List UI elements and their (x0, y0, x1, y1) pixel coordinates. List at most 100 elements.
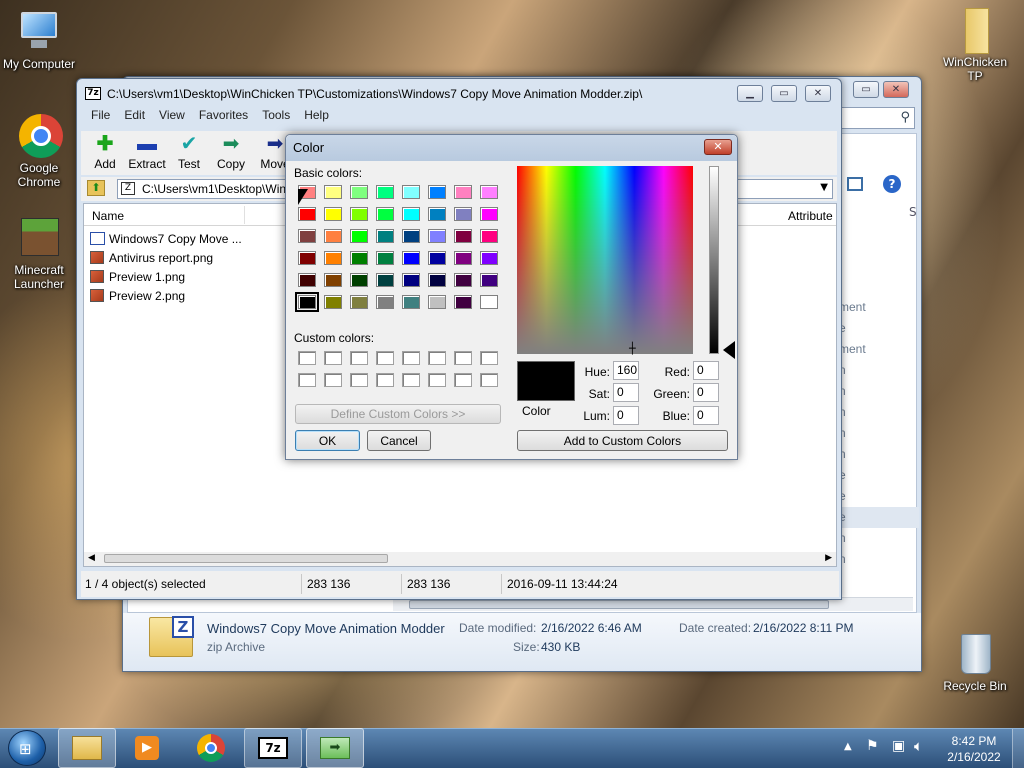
basic-color-swatch[interactable] (376, 185, 394, 199)
column-name[interactable]: Name (92, 209, 124, 223)
custom-color-swatch[interactable] (376, 351, 394, 365)
basic-color-swatch[interactable] (350, 273, 368, 287)
help-icon[interactable]: ? (883, 175, 901, 193)
luminance-slider[interactable] (709, 166, 719, 354)
list-item[interactable]: Preview 1.png (90, 268, 240, 286)
custom-color-swatch[interactable] (298, 351, 316, 365)
desktop-icon-recycle-bin[interactable]: Recycle Bin (930, 632, 1020, 693)
custom-color-swatch[interactable] (324, 373, 342, 387)
basic-color-swatch[interactable] (324, 185, 342, 199)
green-field[interactable]: 0 (693, 383, 719, 402)
basic-color-swatch[interactable] (298, 207, 316, 221)
close-button[interactable]: ✕ (883, 81, 909, 98)
custom-color-swatch[interactable] (454, 373, 472, 387)
menu-edit[interactable]: Edit (124, 108, 145, 122)
desktop-icon-minecraft[interactable]: Minecraft Launcher (0, 216, 84, 291)
basic-color-swatch[interactable] (350, 251, 368, 265)
basic-color-swatch[interactable] (324, 273, 342, 287)
basic-color-swatch[interactable] (376, 207, 394, 221)
basic-color-swatch[interactable] (454, 185, 472, 199)
custom-color-swatch[interactable] (402, 351, 420, 365)
basic-color-swatch[interactable] (428, 273, 446, 287)
basic-color-swatch[interactable] (454, 273, 472, 287)
custom-color-swatch[interactable] (402, 373, 420, 387)
color-spectrum[interactable]: ┼ (517, 166, 693, 354)
taskbar-explorer[interactable] (58, 728, 116, 768)
basic-color-swatch[interactable] (402, 229, 420, 243)
menu-help[interactable]: Help (304, 108, 329, 122)
basic-color-swatch[interactable] (480, 273, 498, 287)
show-hidden-icons[interactable]: ▲ (844, 741, 852, 752)
horizontal-scrollbar[interactable]: ◀ ▶ (84, 552, 836, 566)
basic-color-swatch[interactable] (298, 273, 316, 287)
test-button[interactable]: ✔ Test (167, 131, 211, 171)
extract-button[interactable]: ▬ Extract (125, 131, 169, 171)
custom-color-swatch[interactable] (480, 351, 498, 365)
basic-color-swatch[interactable] (298, 251, 316, 265)
basic-color-swatch[interactable] (350, 229, 368, 243)
basic-color-swatch[interactable] (428, 229, 446, 243)
add-button[interactable]: ✚ Add (83, 131, 127, 171)
basic-color-swatch[interactable] (454, 207, 472, 221)
chevron-down-icon[interactable]: ▼ (820, 182, 828, 193)
show-desktop-button[interactable] (1012, 729, 1024, 768)
ok-button[interactable]: OK (295, 430, 360, 451)
basic-color-swatch[interactable] (402, 251, 420, 265)
custom-color-swatch[interactable] (324, 351, 342, 365)
basic-color-swatch[interactable] (324, 229, 342, 243)
taskbar-chrome[interactable] (182, 728, 240, 768)
basic-color-swatch[interactable] (350, 185, 368, 199)
desktop-icon-chrome[interactable]: Google Chrome (0, 114, 84, 189)
basic-color-swatch[interactable] (376, 273, 394, 287)
basic-color-swatch[interactable] (295, 292, 319, 312)
list-item[interactable]: Preview 2.png (90, 287, 240, 305)
basic-color-swatch[interactable] (402, 185, 420, 199)
start-button[interactable]: ⊞ (8, 730, 46, 766)
basic-color-swatch[interactable] (324, 295, 342, 309)
lum-field[interactable]: 0 (613, 406, 639, 425)
basic-color-swatch[interactable] (480, 229, 498, 243)
action-center-icon[interactable]: ⚑ (866, 738, 879, 754)
basic-color-swatch[interactable] (454, 251, 472, 265)
desktop-icon-winchicken[interactable]: WinChicken TP (930, 8, 1020, 83)
cancel-button[interactable]: Cancel (367, 430, 431, 451)
close-button[interactable]: ✕ (805, 85, 831, 102)
menu-file[interactable]: File (91, 108, 110, 122)
basic-color-swatch[interactable] (480, 295, 498, 309)
basic-color-swatch[interactable] (376, 229, 394, 243)
basic-color-swatch[interactable] (350, 207, 368, 221)
basic-color-swatch[interactable] (454, 229, 472, 243)
basic-color-swatch[interactable] (350, 295, 368, 309)
basic-color-swatch[interactable] (480, 207, 498, 221)
basic-color-swatch[interactable] (428, 207, 446, 221)
basic-color-swatch[interactable] (480, 251, 498, 265)
custom-color-swatch[interactable] (350, 351, 368, 365)
basic-color-swatch[interactable] (428, 251, 446, 265)
red-field[interactable]: 0 (693, 361, 719, 380)
basic-color-swatch[interactable] (480, 185, 498, 199)
menu-view[interactable]: View (159, 108, 185, 122)
up-folder-icon[interactable]: ⬆ (87, 180, 105, 196)
luminance-pointer-icon[interactable] (723, 341, 735, 359)
basic-color-swatch[interactable] (376, 295, 394, 309)
basic-color-swatch[interactable] (402, 295, 420, 309)
basic-color-swatch[interactable] (324, 207, 342, 221)
sat-field[interactable]: 0 (613, 383, 639, 402)
basic-color-swatch[interactable] (454, 295, 472, 309)
list-item[interactable]: Antivirus report.png (90, 249, 240, 267)
add-to-custom-colors-button[interactable]: Add to Custom Colors (517, 430, 728, 451)
basic-color-swatch[interactable] (428, 185, 446, 199)
basic-color-swatch[interactable] (324, 251, 342, 265)
basic-color-swatch[interactable] (428, 295, 446, 309)
maximize-button[interactable]: ▭ (771, 85, 797, 102)
close-button[interactable]: ✕ (704, 139, 732, 155)
taskbar-7zip[interactable]: 7z (244, 728, 302, 768)
network-icon[interactable]: ▣ (892, 738, 905, 754)
taskbar-media-player[interactable]: ▶ (118, 728, 176, 768)
custom-color-swatch[interactable] (350, 373, 368, 387)
basic-color-swatch[interactable] (376, 251, 394, 265)
search-box[interactable]: ⚲ (839, 107, 915, 129)
volume-icon[interactable]: 🔈︎ (914, 737, 923, 755)
basic-color-swatch[interactable] (402, 273, 420, 287)
custom-color-swatch[interactable] (428, 351, 446, 365)
